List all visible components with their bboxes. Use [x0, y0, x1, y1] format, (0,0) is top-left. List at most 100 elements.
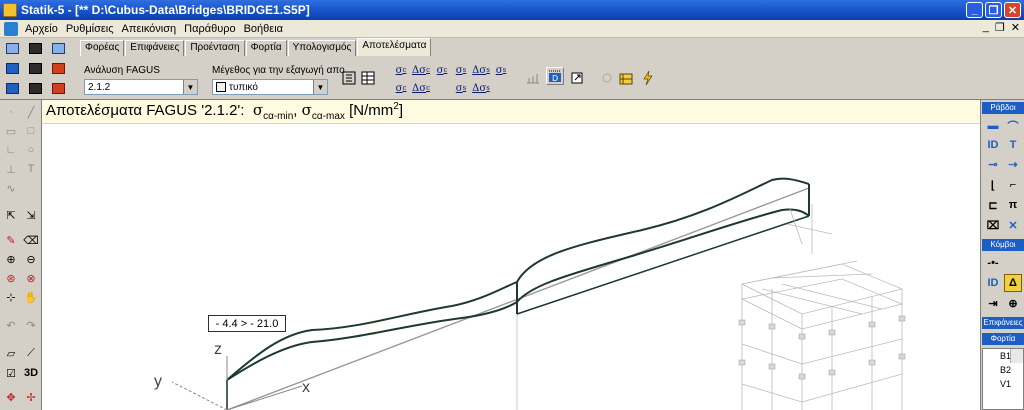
support-icon[interactable]: Δ: [1004, 274, 1022, 292]
stress-diagram: z y x: [154, 177, 906, 410]
crosshair-icon[interactable]: ⊹: [2, 288, 20, 306]
mdi-minimize-button[interactable]: _: [983, 21, 989, 34]
pan-hand-icon[interactable]: ✋: [22, 288, 40, 306]
frame-icon[interactable]: ⌐: [1004, 176, 1022, 194]
zoom-window-icon[interactable]: [568, 69, 586, 87]
list-scrollbar[interactable]: [1010, 349, 1023, 363]
label-style-icon[interactable]: [340, 69, 358, 87]
y-axis-line: [171, 381, 228, 410]
zoom-in-icon[interactable]: ⊕: [2, 250, 20, 268]
checklist-icon[interactable]: ☑: [2, 364, 20, 382]
mdi-restore-button[interactable]: ❐: [995, 21, 1005, 34]
menu-settings[interactable]: Ρυθμίσεις: [62, 23, 118, 35]
tab-calculation[interactable]: Υπολογισμός: [287, 40, 357, 56]
square-icon: □: [27, 125, 35, 137]
rotate-icon[interactable]: ✥: [2, 388, 20, 406]
eraser-bar-icon[interactable]: ⌧: [984, 216, 1002, 234]
calculate-icon[interactable]: [617, 69, 635, 87]
export-icon[interactable]: [48, 60, 68, 77]
delta-sigma-s-button[interactable]: Δσ s: [471, 62, 491, 78]
axis-system-icon[interactable]: ⌊: [984, 176, 1002, 194]
node-target-icon[interactable]: ⊕: [1004, 294, 1022, 312]
table-icon[interactable]: [359, 69, 377, 87]
menu-file[interactable]: Αρχείο: [21, 23, 62, 35]
print-icon[interactable]: [25, 40, 45, 57]
view-3d-button[interactable]: 3D: [22, 364, 40, 382]
plane-rotate-icon[interactable]: ⟋: [22, 344, 40, 362]
list-item[interactable]: B2: [983, 363, 1023, 377]
section-bars[interactable]: Ράβδοι: [982, 102, 1024, 114]
new-icon[interactable]: [2, 40, 22, 57]
section-nodes[interactable]: Κόμβοι: [982, 239, 1024, 251]
delete-bar-icon[interactable]: ✕: [1004, 216, 1022, 234]
line-icon: ╱: [27, 106, 35, 119]
section-surfaces[interactable]: Επιφάνειες: [982, 317, 1024, 329]
mdi-close-button[interactable]: ✕: [1011, 21, 1020, 34]
tab-results[interactable]: Αποτελέσματα: [357, 38, 432, 56]
undo-icon: ↶: [6, 319, 16, 332]
bar-id-button[interactable]: ID: [984, 136, 1002, 154]
diagram-d-icon[interactable]: D: [546, 67, 564, 85]
chevron-down-icon[interactable]: ▼: [313, 80, 327, 94]
delta-sigma-c-row2-button[interactable]: Δσ c: [411, 80, 431, 96]
zoom-window-red-icon[interactable]: ⊗: [22, 269, 40, 287]
minimize-button[interactable]: _: [966, 2, 983, 18]
document-icon[interactable]: [4, 21, 18, 36]
menu-view[interactable]: Απεικόνιση: [118, 23, 181, 35]
move-icon[interactable]: ⇱: [2, 206, 20, 224]
bar-curved-icon[interactable]: ⌒: [1004, 117, 1022, 135]
analysis-select[interactable]: 2.1.2 ▼: [84, 79, 198, 95]
pier-nodes: [738, 315, 906, 380]
node-icon[interactable]: -•-: [984, 254, 1002, 272]
orbit-icon[interactable]: ✢: [22, 388, 40, 406]
close-button[interactable]: ✕: [1004, 2, 1021, 18]
list-item[interactable]: V1: [983, 377, 1023, 391]
lightning-icon[interactable]: [639, 69, 657, 87]
tab-structure[interactable]: Φορέας: [80, 40, 125, 56]
pencil-icon[interactable]: ✎: [2, 231, 20, 249]
menu-window[interactable]: Παράθυρο: [180, 23, 239, 35]
bar-end-icon[interactable]: ⇢: [1004, 155, 1022, 173]
print-setup-icon[interactable]: [25, 80, 45, 97]
section-t-icon[interactable]: T: [1004, 136, 1022, 154]
window-title: Statik-5 - [** D:\Cubus-Data\Bridges\BRI…: [21, 3, 310, 17]
text-icon: T: [27, 163, 35, 175]
delta-sigma-c-button[interactable]: Δσ c: [411, 62, 431, 78]
save-all-icon[interactable]: [2, 80, 22, 97]
pier-icon[interactable]: π: [1004, 196, 1022, 214]
preview-icon[interactable]: [25, 60, 45, 77]
node-id-button[interactable]: ID: [984, 274, 1002, 292]
section-loads[interactable]: Φορτία: [982, 333, 1024, 345]
zoom-all-icon[interactable]: ⊛: [2, 269, 20, 287]
sigma-s-row2-button[interactable]: σs: [451, 80, 471, 96]
bar-group-icon[interactable]: ⊏: [984, 196, 1002, 214]
sigma-s-max-button[interactable]: σs: [491, 62, 511, 78]
restore-button[interactable]: ❐: [985, 2, 1002, 18]
save-icon[interactable]: [2, 60, 22, 77]
sigma-c-row2-button[interactable]: σc: [391, 80, 411, 96]
sigma-c-button[interactable]: σc: [391, 62, 411, 78]
node-move-icon[interactable]: ⇥: [984, 294, 1002, 312]
menu-help[interactable]: Βοήθεια: [240, 23, 287, 35]
report-icon[interactable]: [48, 80, 68, 97]
delta-sigma-s-row2-button[interactable]: Δσ s: [471, 80, 491, 96]
load-case-list[interactable]: B1 B2 V1: [982, 348, 1024, 410]
output-size-select[interactable]: τυπικό ▼: [212, 79, 328, 95]
sigma-c-max-button[interactable]: σc: [432, 62, 452, 78]
max-stress-label[interactable]: - 4.4 > - 21.0: [208, 315, 286, 332]
tab-loads[interactable]: Φορτία: [245, 40, 287, 56]
tab-surfaces[interactable]: Επιφάνειες: [125, 40, 185, 56]
sigma-s-button[interactable]: σs: [451, 62, 471, 78]
copy-icon[interactable]: ⇲: [22, 206, 40, 224]
plane-icon[interactable]: ▱: [2, 344, 20, 362]
eraser-icon[interactable]: ⌫: [22, 231, 40, 249]
bar-straight-icon[interactable]: ▬: [984, 117, 1002, 135]
select-icon[interactable]: [48, 40, 68, 57]
window-titlebar: Statik-5 - [** D:\Cubus-Data\Bridges\BRI…: [0, 0, 1024, 20]
drawing-toolbar: · ╱ ▭ □ ∟ ○ ⊥ T ∿ ⇱ ⇲ ✎ ⌫ ⊕ ⊖ ⊛ ⊗ ⊹ ✋ ↶ …: [0, 100, 42, 410]
zoom-out-icon[interactable]: ⊖: [22, 250, 40, 268]
chevron-down-icon[interactable]: ▼: [183, 80, 197, 94]
tab-prestress[interactable]: Προένταση: [185, 40, 245, 56]
scale-icon[interactable]: [524, 69, 542, 87]
bar-node-icon[interactable]: ⊸: [984, 155, 1002, 173]
